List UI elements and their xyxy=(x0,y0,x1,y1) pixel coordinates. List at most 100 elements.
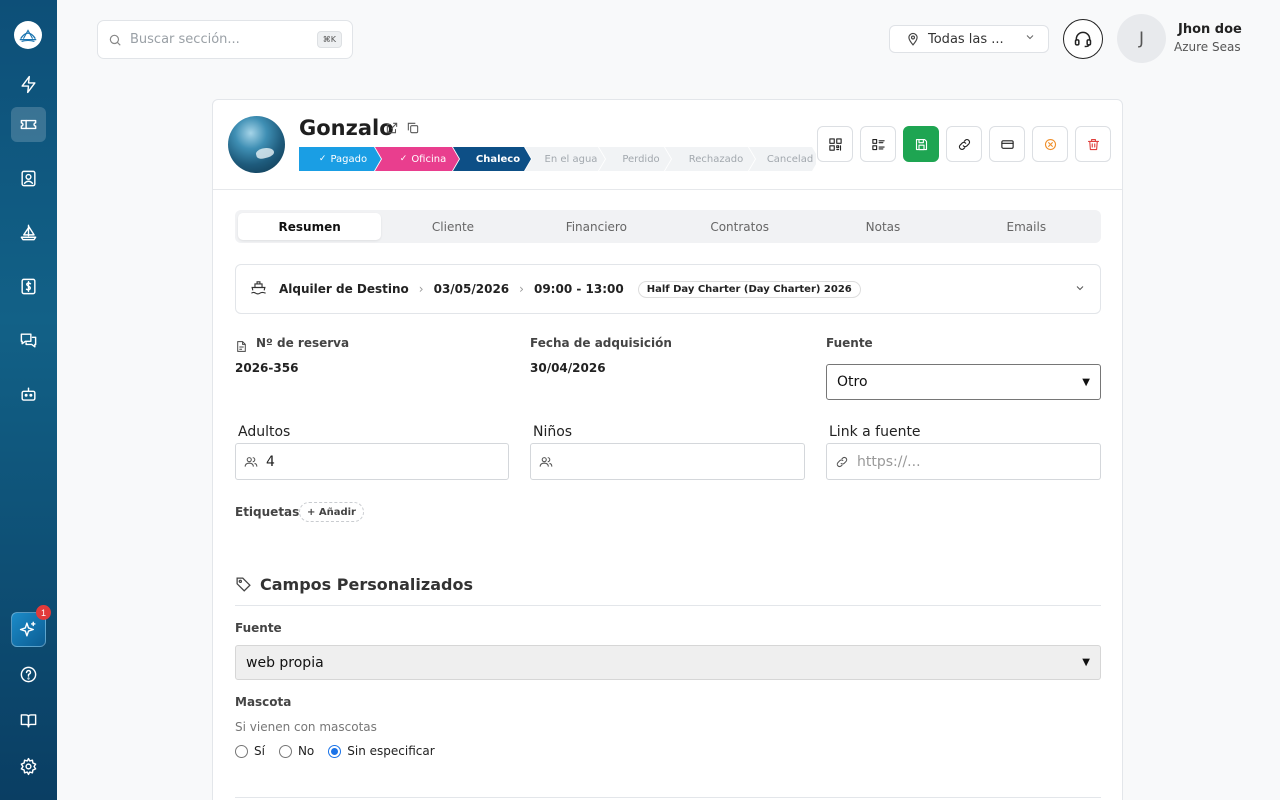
trip-summary[interactable]: Alquiler de Destino › 03/05/2026 › 09:00… xyxy=(235,264,1101,314)
payment-button[interactable] xyxy=(989,126,1025,162)
fecha-value: 30/04/2026 xyxy=(530,361,606,375)
link-input[interactable]: https://... xyxy=(826,443,1101,480)
stage-perdido[interactable]: Perdido xyxy=(599,147,671,171)
users-icon xyxy=(539,456,553,467)
stage-rechazado[interactable]: Rechazado xyxy=(665,147,755,171)
tab-resumen[interactable]: Resumen xyxy=(238,213,382,240)
chat-icon xyxy=(20,333,37,348)
tab-notas[interactable]: Notas xyxy=(811,213,954,240)
sidebar-item-ai-assistant[interactable]: 1 xyxy=(11,605,51,647)
divider xyxy=(235,797,1101,798)
cancel-circle-icon xyxy=(1044,138,1056,150)
notification-badge: 1 xyxy=(36,605,51,620)
shortcut-hint: ⌘K xyxy=(316,31,342,48)
stage-pagado[interactable]: ✓ Pagado xyxy=(299,147,381,171)
stage-en-el-agua[interactable]: En el agua xyxy=(525,147,605,171)
lightning-icon xyxy=(21,75,36,94)
robot-icon xyxy=(21,387,36,401)
tab-cliente[interactable]: Cliente xyxy=(381,213,524,240)
ship-icon xyxy=(251,281,266,295)
stage-chaleco[interactable]: Chaleco xyxy=(453,147,531,171)
radio-no[interactable]: No xyxy=(278,744,314,758)
search-input[interactable] xyxy=(130,32,317,47)
select-arrow-icon: ▼ xyxy=(1082,657,1090,668)
sunburst-icon xyxy=(19,29,37,42)
custom-fuente-label: Fuente xyxy=(235,621,282,635)
trip-type: Alquiler de Destino xyxy=(279,282,409,296)
avatar[interactable]: J xyxy=(1117,14,1166,63)
custom-fuente-select[interactable]: web propia ▼ xyxy=(235,645,1101,680)
adultos-label: Adultos xyxy=(238,424,291,440)
chevron-right-icon: › xyxy=(418,282,424,296)
sidebar-item-boats[interactable] xyxy=(11,215,46,250)
divider xyxy=(235,605,1101,606)
headset-icon xyxy=(1074,31,1092,48)
chevron-down-icon[interactable] xyxy=(1074,282,1086,294)
chevron-right-icon: › xyxy=(519,282,524,296)
adultos-input[interactable]: 4 xyxy=(235,443,509,480)
cancel-booking-button[interactable] xyxy=(1032,126,1068,162)
sailboat-icon xyxy=(20,224,37,241)
contact-card-icon xyxy=(21,170,36,187)
user-name: Jhon doe xyxy=(1178,22,1242,37)
support-button[interactable] xyxy=(1063,19,1103,59)
location-label: Todas las ... xyxy=(928,31,1004,47)
sidebar: 1 xyxy=(0,0,57,800)
reserva-value: 2026-356 xyxy=(235,361,299,375)
sidebar-item-docs[interactable] xyxy=(11,703,46,738)
sidebar-item-bot[interactable] xyxy=(11,377,46,412)
checklist-button[interactable] xyxy=(860,126,896,162)
link-label: Link a fuente xyxy=(829,424,921,440)
sidebar-item-bookings[interactable] xyxy=(11,107,46,142)
header-actions xyxy=(817,126,1111,162)
credit-card-icon xyxy=(1000,139,1014,149)
ticket-icon xyxy=(20,119,37,130)
link-button[interactable] xyxy=(946,126,982,162)
trip-date: 03/05/2026 xyxy=(433,282,510,296)
delete-button[interactable] xyxy=(1075,126,1111,162)
tab-emails[interactable]: Emails xyxy=(955,213,1098,240)
ninos-input[interactable] xyxy=(530,443,805,480)
fuente-select[interactable]: Otro ▼ xyxy=(826,364,1101,400)
tab-bar: Resumen Cliente Financiero Contratos Not… xyxy=(235,210,1101,243)
brand-logo[interactable] xyxy=(14,21,42,49)
booking-header: Gonzalo ✓ Pagado ✓ Oficina Chaleco En el a… xyxy=(213,100,1122,190)
tab-contratos[interactable]: Contratos xyxy=(668,213,811,240)
mascota-label: Mascota xyxy=(235,695,292,709)
stage-cancelado[interactable]: Cancelad xyxy=(749,147,816,171)
sidebar-item-messages[interactable] xyxy=(11,323,46,358)
dollar-icon xyxy=(21,278,36,295)
fuente-label: Fuente xyxy=(826,336,873,350)
sidebar-item-finance[interactable] xyxy=(11,269,46,304)
search-icon xyxy=(109,34,121,46)
gear-icon xyxy=(20,757,37,776)
booking-photo xyxy=(228,116,285,173)
help-icon xyxy=(20,666,37,683)
sidebar-item-help[interactable] xyxy=(11,657,46,692)
add-tag-button[interactable]: + Añadir xyxy=(299,502,364,522)
tab-financiero[interactable]: Financiero xyxy=(525,213,668,240)
stage-oficina[interactable]: ✓ Oficina xyxy=(375,147,459,171)
location-select[interactable]: Todas las ... xyxy=(889,25,1049,53)
select-arrow-icon: ▼ xyxy=(1082,376,1090,388)
external-link-icon[interactable] xyxy=(385,121,399,135)
mascota-help: Si vienen con mascotas xyxy=(235,720,377,734)
radio-si[interactable]: Sí xyxy=(235,744,265,758)
checklist-icon xyxy=(871,138,885,150)
save-button[interactable] xyxy=(903,126,939,162)
qr-code-button[interactable] xyxy=(817,126,853,162)
link-icon xyxy=(836,456,848,467)
radio-sin-especificar[interactable]: Sin especificar xyxy=(328,744,435,758)
sidebar-item-contacts[interactable] xyxy=(11,161,46,196)
sidebar-item-activity[interactable] xyxy=(11,67,46,102)
mascota-radio-group: Sí No Sin especificar xyxy=(235,744,435,758)
product-pill: Half Day Charter (Day Charter) 2026 xyxy=(637,280,861,298)
booking-card: Gonzalo ✓ Pagado ✓ Oficina Chaleco En el a… xyxy=(212,99,1123,800)
search-box[interactable]: ⌘K xyxy=(97,20,353,59)
status-pipeline: ✓ Pagado ✓ Oficina Chaleco En el agua Perd… xyxy=(299,147,816,171)
sidebar-item-settings[interactable] xyxy=(11,749,46,784)
fecha-label: Fecha de adquisición xyxy=(530,336,672,350)
custom-fields-title: Campos Personalizados xyxy=(235,575,473,594)
user-org: Azure Seas xyxy=(1174,40,1241,54)
copy-icon[interactable] xyxy=(406,121,420,135)
